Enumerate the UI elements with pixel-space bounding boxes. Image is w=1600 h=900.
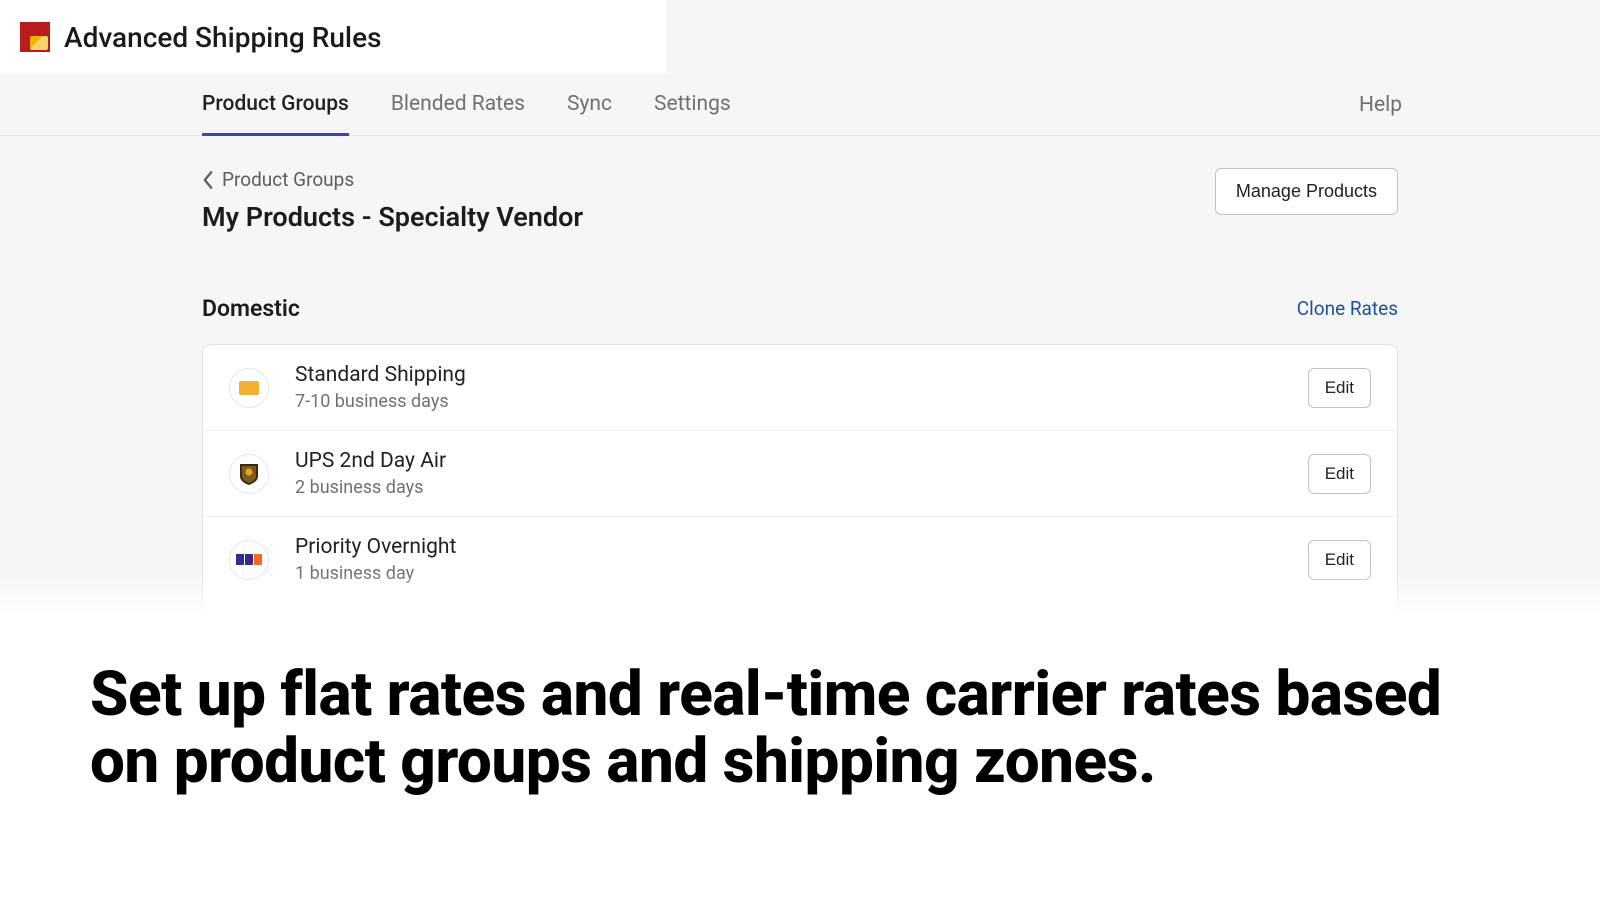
- app-logo-icon: [20, 22, 50, 52]
- rate-name: UPS 2nd Day Air: [295, 449, 1308, 473]
- tab-product-groups[interactable]: Product Groups: [202, 74, 349, 136]
- carrier-ups-icon: [229, 454, 269, 494]
- tab-blended-rates[interactable]: Blended Rates: [391, 74, 525, 136]
- rate-row: Standard Shipping 7-10 business days Edi…: [203, 345, 1397, 430]
- app-header: Advanced Shipping Rules: [0, 0, 666, 74]
- manage-products-button[interactable]: Manage Products: [1215, 168, 1398, 215]
- rate-name: Priority Overnight: [295, 535, 1308, 559]
- rate-row: Priority Overnight 1 business day Edit: [203, 516, 1397, 602]
- clone-rates-link[interactable]: Clone Rates: [1297, 297, 1398, 320]
- chevron-left-icon: [202, 171, 214, 189]
- rate-row: UPS 2nd Day Air 2 business days Edit: [203, 430, 1397, 516]
- carrier-generic-icon: [229, 368, 269, 408]
- page-title: My Products - Specialty Vendor: [202, 201, 583, 233]
- breadcrumb-back[interactable]: Product Groups: [202, 168, 583, 191]
- tab-bar: Product Groups Blended Rates Sync Settin…: [0, 74, 1600, 136]
- edit-rate-button[interactable]: Edit: [1308, 368, 1371, 408]
- page-content: Product Groups My Products - Specialty V…: [0, 136, 1600, 689]
- app-title: Advanced Shipping Rules: [64, 21, 381, 54]
- promo-headline: Set up flat rates and real-time carrier …: [90, 662, 1510, 796]
- rate-sub: 7-10 business days: [295, 391, 1308, 412]
- breadcrumb-label: Product Groups: [222, 168, 354, 191]
- carrier-fedex-icon: [229, 540, 269, 580]
- page-head: Product Groups My Products - Specialty V…: [202, 168, 1398, 233]
- tab-sync[interactable]: Sync: [567, 74, 612, 136]
- rate-name: Standard Shipping: [295, 363, 1308, 387]
- rate-sub: 2 business days: [295, 477, 1308, 498]
- rate-sub: 1 business day: [295, 563, 1308, 584]
- tab-settings[interactable]: Settings: [654, 74, 731, 136]
- edit-rate-button[interactable]: Edit: [1308, 454, 1371, 494]
- edit-rate-button[interactable]: Edit: [1308, 540, 1371, 580]
- help-link[interactable]: Help: [1359, 74, 1402, 136]
- section-title: Domestic: [202, 295, 300, 322]
- promo-band: Set up flat rates and real-time carrier …: [0, 620, 1600, 900]
